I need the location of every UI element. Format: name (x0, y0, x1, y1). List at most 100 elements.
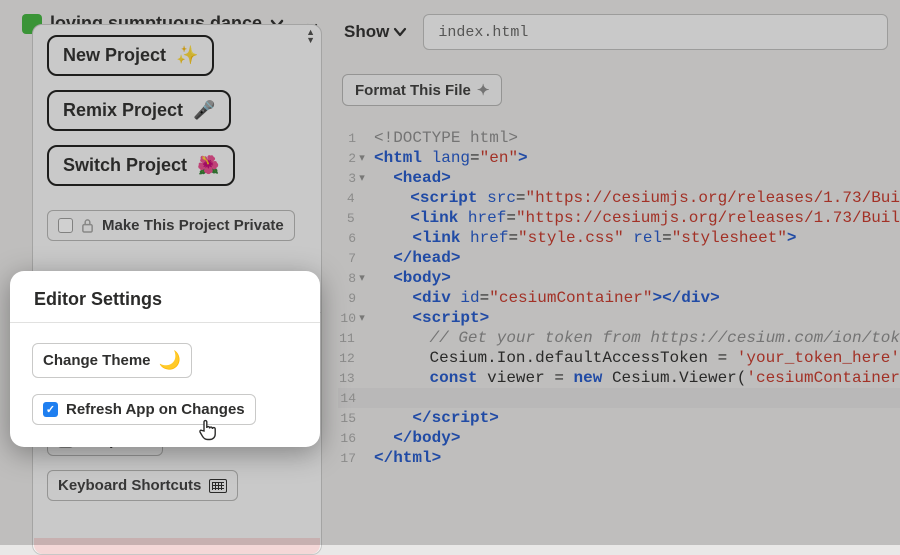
line-number: 12 (338, 348, 355, 368)
line-number: 14 (338, 388, 356, 408)
code-content: </html> (368, 448, 441, 468)
code-content: <div id="cesiumContainer"></div> (368, 288, 720, 308)
editor-settings-heading: Editor Settings (10, 271, 320, 322)
pointer-cursor-icon (197, 417, 219, 446)
code-line[interactable]: 9 <div id="cesiumContainer"></div> (338, 288, 900, 308)
flower-icon: 🌺 (197, 155, 219, 176)
refresh-on-changes-toggle[interactable]: ✓ Refresh App on Changes (32, 394, 256, 425)
line-number: 13 (338, 368, 355, 388)
code-line[interactable]: 5 <link href="https://cesiumjs.org/relea… (338, 208, 900, 228)
line-number: 17 (338, 448, 356, 468)
fold-toggle-icon (356, 248, 368, 268)
remix-project-label: Remix Project (63, 100, 183, 121)
microphone-icon: 🎤 (193, 100, 215, 121)
code-content: <link href="https://cesiumjs.org/release… (366, 208, 900, 228)
keyboard-shortcuts-button[interactable]: Keyboard Shortcuts (47, 470, 238, 501)
code-line[interactable]: 7 </head> (338, 248, 900, 268)
fold-toggle-icon (355, 328, 366, 348)
code-line[interactable]: 8▾ <body> (338, 268, 900, 288)
make-private-label: Make This Project Private (102, 217, 284, 234)
change-theme-label: Change Theme (43, 352, 151, 369)
show-dropdown[interactable]: Show (344, 22, 407, 42)
sparkle-icon: ✦ (477, 81, 490, 99)
fold-toggle-icon[interactable]: ▾ (356, 308, 368, 328)
fold-toggle-icon (356, 388, 368, 408)
code-content: </script> (368, 408, 499, 428)
code-content: </head> (368, 248, 460, 268)
code-content: <!DOCTYPE html> (368, 128, 518, 148)
code-line[interactable]: 11 // Get your token from https://cesium… (338, 328, 900, 348)
line-number: 2 (338, 148, 356, 168)
fold-toggle-icon (356, 288, 368, 308)
code-editor[interactable]: 1<!DOCTYPE html>2▾<html lang="en">3▾ <he… (338, 128, 900, 545)
line-number: 16 (338, 428, 356, 448)
checkbox-icon (58, 218, 73, 233)
fold-toggle-icon (355, 368, 366, 388)
chevron-down-icon (393, 27, 407, 37)
moon-icon: 🌙 (159, 350, 181, 371)
fold-toggle-icon[interactable]: ▾ (356, 148, 368, 168)
code-content: <html lang="en"> (368, 148, 528, 168)
code-line[interactable]: 15 </script> (338, 408, 900, 428)
checkbox-checked-icon: ✓ (43, 402, 58, 417)
lock-icon (81, 218, 94, 233)
line-number: 9 (338, 288, 356, 308)
make-private-button[interactable]: Make This Project Private (47, 210, 295, 241)
code-line[interactable]: 17 </html> (338, 448, 900, 468)
code-line[interactable]: 2▾<html lang="en"> (338, 148, 900, 168)
change-theme-button[interactable]: Change Theme 🌙 (32, 343, 192, 378)
new-project-button[interactable]: New Project ✨ (47, 35, 214, 76)
code-content (368, 388, 432, 408)
fold-toggle-icon (356, 128, 368, 148)
line-number: 3 (338, 168, 356, 188)
code-content: <head> (368, 168, 451, 188)
code-content: Cesium.Ion.defaultAccessToken = 'your_to… (366, 348, 900, 368)
fold-toggle-icon (356, 228, 368, 248)
fold-toggle-icon (355, 208, 366, 228)
line-number: 8 (338, 268, 356, 288)
code-line[interactable]: 14 (338, 388, 900, 408)
code-content: </body> (368, 428, 460, 448)
scroll-arrows-icon: ▲▼ (306, 28, 315, 44)
line-number: 1 (338, 128, 356, 148)
fold-toggle-icon (355, 188, 366, 208)
line-number: 11 (338, 328, 355, 348)
code-content: // Get your token from https://cesium.co… (366, 328, 900, 348)
code-line[interactable]: 3▾ <head> (338, 168, 900, 188)
file-path-input[interactable] (423, 14, 888, 50)
code-line[interactable]: 4 <script src="https://cesiumjs.org/rele… (338, 188, 900, 208)
sparkles-icon: ✨ (176, 45, 198, 66)
format-file-label: Format This File (355, 82, 471, 99)
code-line[interactable]: 16 </body> (338, 428, 900, 448)
fold-toggle-icon[interactable]: ▾ (356, 168, 368, 188)
line-number: 7 (338, 248, 356, 268)
code-line[interactable]: 13 const viewer = new Cesium.Viewer('ces… (338, 368, 900, 388)
fold-toggle-icon (355, 348, 366, 368)
top-toolbar: Show (300, 14, 888, 50)
show-label: Show (344, 22, 389, 42)
keyboard-icon (209, 479, 227, 493)
code-line[interactable]: 12 Cesium.Ion.defaultAccessToken = 'your… (338, 348, 900, 368)
code-line[interactable]: 6 <link href="style.css" rel="stylesheet… (338, 228, 900, 248)
fold-toggle-icon (356, 448, 368, 468)
new-project-label: New Project (63, 45, 166, 66)
fold-toggle-icon (356, 408, 368, 428)
remix-project-button[interactable]: Remix Project 🎤 (47, 90, 231, 131)
keyboard-shortcuts-label: Keyboard Shortcuts (58, 477, 201, 494)
switch-project-button[interactable]: Switch Project 🌺 (47, 145, 235, 186)
line-number: 10 (338, 308, 356, 328)
line-number: 5 (338, 208, 355, 228)
code-line[interactable]: 1 <!DOCTYPE html> (338, 128, 900, 148)
code-line[interactable]: 10▾ <script> (338, 308, 900, 328)
format-file-button[interactable]: Format This File ✦ (342, 74, 502, 106)
code-content: const viewer = new Cesium.Viewer('cesium… (366, 368, 900, 388)
code-content: <body> (368, 268, 451, 288)
line-number: 15 (338, 408, 356, 428)
refresh-on-changes-label: Refresh App on Changes (66, 401, 245, 418)
line-number: 4 (338, 188, 355, 208)
code-content: <script> (368, 308, 489, 328)
fold-toggle-icon[interactable]: ▾ (356, 268, 368, 288)
code-content: <script src="https://cesiumjs.org/releas… (366, 188, 900, 208)
code-content: <link href="style.css" rel="stylesheet"> (368, 228, 797, 248)
switch-project-label: Switch Project (63, 155, 187, 176)
